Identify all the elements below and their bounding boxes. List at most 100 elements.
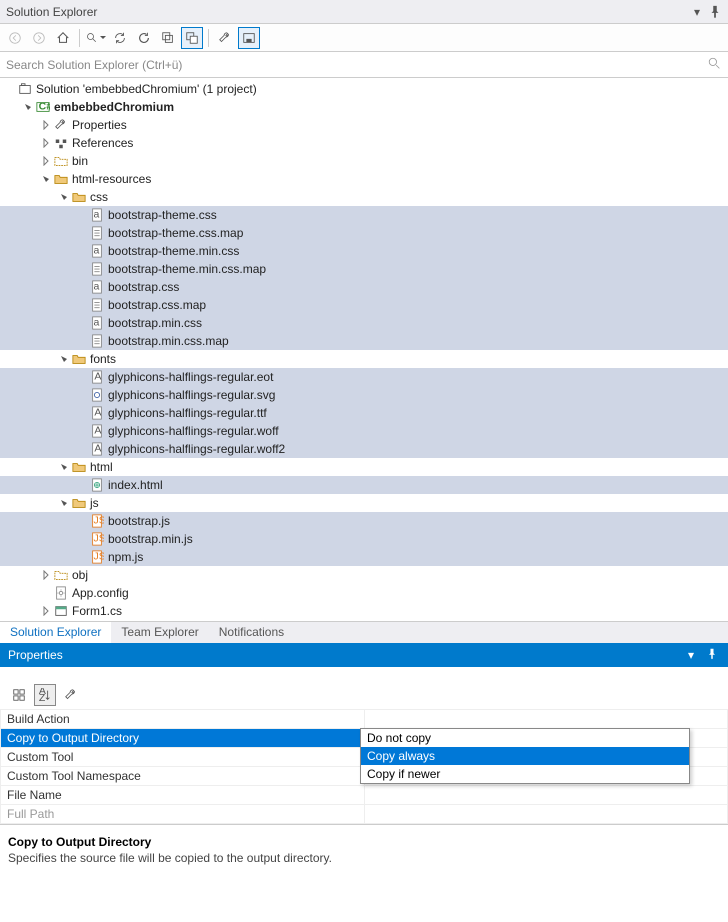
- expander-icon[interactable]: [40, 119, 52, 131]
- expander-icon[interactable]: [76, 317, 88, 329]
- pin-icon[interactable]: [708, 5, 722, 19]
- expander-icon[interactable]: [40, 155, 52, 167]
- tree-node[interactable]: Aglyphicons-halflings-regular.eot: [0, 368, 728, 386]
- svg-text:a: a: [94, 317, 100, 329]
- tree-node[interactable]: bootstrap-theme.css.map: [0, 224, 728, 242]
- tree-node[interactable]: abootstrap.min.css: [0, 314, 728, 332]
- properties-button[interactable]: [214, 27, 236, 49]
- filefont-icon: A: [89, 441, 105, 457]
- tree-node[interactable]: html: [0, 458, 728, 476]
- tree-node[interactable]: css: [0, 188, 728, 206]
- tree-node[interactable]: bootstrap.css.map: [0, 296, 728, 314]
- refresh-button[interactable]: [133, 27, 155, 49]
- preview-button[interactable]: [238, 27, 260, 49]
- expander-icon[interactable]: [76, 479, 88, 491]
- solution-tree[interactable]: Solution 'embebbedChromium' (1 project)C…: [0, 78, 728, 621]
- property-value[interactable]: [364, 786, 728, 805]
- tree-node[interactable]: Aglyphicons-halflings-regular.woff2: [0, 440, 728, 458]
- sync-button[interactable]: [109, 27, 131, 49]
- property-value[interactable]: [364, 805, 728, 824]
- dropdown-option[interactable]: Copy if newer: [361, 765, 689, 783]
- back-button: [4, 27, 26, 49]
- home-button[interactable]: [52, 27, 74, 49]
- tree-node[interactable]: Properties: [0, 116, 728, 134]
- categorized-button[interactable]: [8, 684, 30, 706]
- expander-icon[interactable]: [76, 551, 88, 563]
- expander-icon[interactable]: [76, 281, 88, 293]
- dropdown-option[interactable]: Copy always: [361, 747, 689, 765]
- folder-icon: [71, 495, 87, 511]
- expander-icon[interactable]: [76, 443, 88, 455]
- expander-icon[interactable]: [76, 245, 88, 257]
- scope-button[interactable]: [85, 27, 107, 49]
- expander-icon[interactable]: [40, 569, 52, 581]
- property-description: Copy to Output Directory Specifies the s…: [0, 824, 728, 922]
- expander-icon[interactable]: [76, 299, 88, 311]
- tree-node[interactable]: bootstrap-theme.min.css.map: [0, 260, 728, 278]
- expander-icon[interactable]: [76, 515, 88, 527]
- filemap-icon: [89, 297, 105, 313]
- tree-node[interactable]: C#embebbedChromium: [0, 98, 728, 116]
- tab-team-explorer[interactable]: Team Explorer: [111, 622, 208, 643]
- tree-node[interactable]: JSbootstrap.min.js: [0, 530, 728, 548]
- pin-icon[interactable]: [706, 648, 720, 663]
- tree-node[interactable]: obj: [0, 566, 728, 584]
- tree-node[interactable]: Aglyphicons-halflings-regular.woff: [0, 422, 728, 440]
- tree-node[interactable]: html-resources: [0, 170, 728, 188]
- tab-notifications[interactable]: Notifications: [209, 622, 294, 643]
- show-all-files-button[interactable]: [181, 27, 203, 49]
- filecss-icon: a: [89, 315, 105, 331]
- dropdown-option[interactable]: Do not copy: [361, 729, 689, 747]
- tree-node[interactable]: References: [0, 134, 728, 152]
- expander-icon[interactable]: [76, 407, 88, 419]
- tab-solution-explorer[interactable]: Solution Explorer: [0, 622, 111, 643]
- tree-node[interactable]: App.config: [0, 584, 728, 602]
- expander-icon[interactable]: [22, 101, 34, 113]
- panel-menu-icon[interactable]: ▾: [688, 648, 702, 662]
- tree-node[interactable]: Aglyphicons-halflings-regular.ttf: [0, 404, 728, 422]
- expander-icon[interactable]: [76, 371, 88, 383]
- tree-node[interactable]: js: [0, 494, 728, 512]
- filejs-icon: JS: [89, 531, 105, 547]
- expander-icon[interactable]: [58, 497, 70, 509]
- tree-node[interactable]: fonts: [0, 350, 728, 368]
- copy-dropdown[interactable]: Do not copyCopy alwaysCopy if newer: [360, 728, 690, 784]
- expander-icon[interactable]: [76, 227, 88, 239]
- search-icon[interactable]: [708, 57, 722, 73]
- expander-icon[interactable]: [76, 533, 88, 545]
- tree-node[interactable]: Form1.cs: [0, 602, 728, 620]
- search-bar[interactable]: [0, 52, 728, 78]
- expander-icon[interactable]: [40, 173, 52, 185]
- expander-icon[interactable]: [40, 137, 52, 149]
- expander-icon[interactable]: [76, 425, 88, 437]
- tree-node[interactable]: JSbootstrap.js: [0, 512, 728, 530]
- tree-node[interactable]: glyphicons-halflings-regular.svg: [0, 386, 728, 404]
- tree-node[interactable]: abootstrap-theme.css: [0, 206, 728, 224]
- tree-node[interactable]: Solution 'embebbedChromium' (1 project): [0, 80, 728, 98]
- panel-menu-icon[interactable]: ▾: [690, 5, 704, 19]
- tree-node[interactable]: JSnpm.js: [0, 548, 728, 566]
- tree-node[interactable]: abootstrap.css: [0, 278, 728, 296]
- expander-icon[interactable]: [76, 263, 88, 275]
- expander-icon[interactable]: [76, 389, 88, 401]
- expander-icon[interactable]: [58, 353, 70, 365]
- expander-icon[interactable]: [40, 605, 52, 617]
- tree-node[interactable]: bin: [0, 152, 728, 170]
- search-input[interactable]: [6, 58, 708, 72]
- collapse-all-button[interactable]: [157, 27, 179, 49]
- alphabetical-button[interactable]: AZ: [34, 684, 56, 706]
- tree-node[interactable]: index.html: [0, 476, 728, 494]
- expander-icon[interactable]: [58, 191, 70, 203]
- property-value[interactable]: [364, 710, 728, 729]
- expander-icon[interactable]: [58, 461, 70, 473]
- expander-icon[interactable]: [76, 209, 88, 221]
- property-row[interactable]: Build Action: [1, 710, 728, 729]
- property-row[interactable]: Full Path: [1, 805, 728, 824]
- tree-node[interactable]: bootstrap.min.css.map: [0, 332, 728, 350]
- expander-icon[interactable]: [76, 335, 88, 347]
- expander-icon[interactable]: [4, 83, 16, 95]
- folder-icon: [71, 459, 87, 475]
- tree-node[interactable]: abootstrap-theme.min.css: [0, 242, 728, 260]
- expander-icon[interactable]: [40, 587, 52, 599]
- property-row[interactable]: File Name: [1, 786, 728, 805]
